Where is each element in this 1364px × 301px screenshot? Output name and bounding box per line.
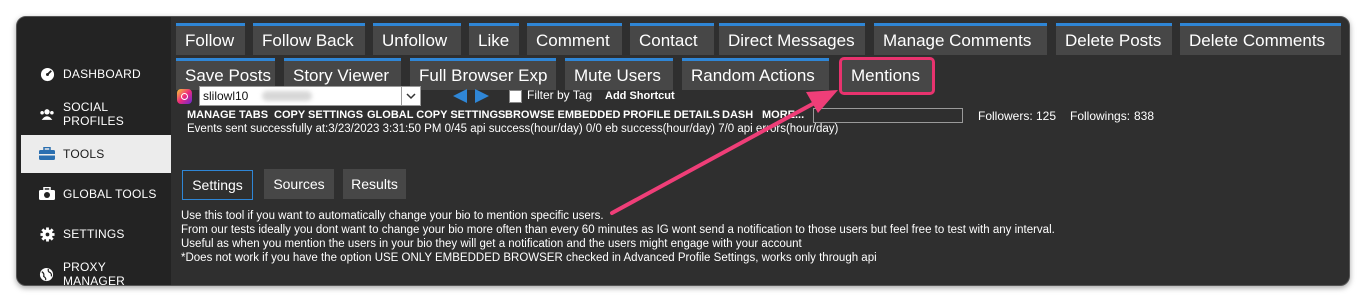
manage-tabs-link[interactable]: MANAGE TABS bbox=[187, 109, 268, 121]
tab-label: Direct Messages bbox=[728, 30, 855, 50]
tab-label: Full Browser Exp bbox=[419, 65, 548, 85]
followings-label: Followings: bbox=[1070, 109, 1131, 123]
browse-embedded-link[interactable]: BROWSE EMBEDDED bbox=[505, 109, 621, 121]
sidebar-item-tools[interactable]: TOOLS bbox=[21, 135, 171, 173]
global-copy-settings-link[interactable]: GLOBAL COPY SETTINGS bbox=[367, 109, 505, 121]
sidebar-item-label: TOOLS bbox=[63, 147, 105, 161]
profile-details-link[interactable]: PROFILE DETAILS bbox=[623, 109, 720, 121]
chevron-down-icon[interactable] bbox=[401, 87, 420, 105]
tab-label: Follow Back bbox=[262, 30, 354, 50]
sidebar-item-global-tools[interactable]: GLOBAL TOOLS bbox=[21, 175, 171, 213]
tab-label: Random Actions bbox=[691, 65, 815, 85]
tab-comment[interactable]: Comment bbox=[527, 23, 622, 55]
tab-label: Like bbox=[478, 30, 510, 50]
tab-label: Manage Comments bbox=[883, 30, 1032, 50]
redacted-text bbox=[262, 91, 313, 101]
tab-delete-comments[interactable]: Delete Comments bbox=[1180, 23, 1341, 55]
next-profile-arrow-icon[interactable] bbox=[473, 88, 491, 104]
sidebar-item-social-profiles[interactable]: SOCIAL PROFILES bbox=[21, 95, 171, 133]
sidebar-item-label: SOCIAL PROFILES bbox=[63, 100, 124, 128]
global-tools-icon bbox=[39, 186, 55, 202]
copy-settings-link[interactable]: COPY SETTINGS bbox=[274, 109, 363, 121]
tab-mentions[interactable]: Mentions bbox=[842, 60, 932, 92]
tab-label: Delete Comments bbox=[1189, 30, 1326, 50]
tab-mute-users[interactable]: Mute Users bbox=[565, 58, 673, 90]
dashboard-icon bbox=[39, 66, 55, 82]
sidebar: DASHBOARD SOCIAL PROFILES TOOLS GLOBAL T… bbox=[17, 17, 171, 285]
sidebar-item-label: PROXY MANAGER bbox=[62, 260, 126, 286]
sidebar-item-label: DASHBOARD bbox=[63, 67, 141, 81]
tab-label: Story Viewer bbox=[293, 65, 390, 85]
tab-follow[interactable]: Follow bbox=[176, 23, 245, 55]
sidebar-item-proxy-manager[interactable]: PROXY MANAGER bbox=[21, 255, 171, 286]
tab-full-browser-exp[interactable]: Full Browser Exp bbox=[410, 58, 556, 90]
tab-follow-back[interactable]: Follow Back bbox=[253, 23, 365, 55]
tab-label: Comment bbox=[536, 30, 610, 50]
description-line: Use this tool if you want to automatical… bbox=[181, 210, 604, 222]
globe-icon bbox=[39, 266, 55, 282]
sidebar-item-settings[interactable]: SETTINGS bbox=[21, 215, 171, 253]
tab-contact[interactable]: Contact bbox=[630, 23, 714, 55]
followings-value: 838 bbox=[1134, 109, 1155, 123]
description-line: *Does not work if you have the option US… bbox=[181, 252, 877, 264]
tab-label: Sources bbox=[273, 176, 325, 192]
search-input[interactable] bbox=[813, 108, 963, 123]
tab-unfollow[interactable]: Unfollow bbox=[373, 23, 461, 55]
tab-label: Contact bbox=[639, 30, 698, 50]
profile-select[interactable]: slilowl10 bbox=[199, 86, 421, 106]
description-line: From our tests ideally you dont want to … bbox=[181, 224, 1055, 236]
profile-username: slilowl10 bbox=[203, 89, 249, 103]
users-icon bbox=[39, 106, 55, 122]
tab-delete-posts[interactable]: Delete Posts bbox=[1056, 23, 1172, 55]
followers-label: Followers: bbox=[978, 109, 1033, 123]
tab-label: Mentions bbox=[851, 66, 920, 85]
tab-label: Save Posts bbox=[185, 65, 271, 85]
followers-value: 125 bbox=[1036, 109, 1057, 123]
status-line: Events sent successfully at:3/23/2023 3:… bbox=[187, 123, 839, 135]
tab-results[interactable]: Results bbox=[343, 169, 406, 199]
more-link[interactable]: MORE... bbox=[762, 109, 804, 121]
tab-label: Follow bbox=[185, 30, 235, 50]
tab-label: Unfollow bbox=[382, 30, 448, 50]
tab-settings[interactable]: Settings bbox=[182, 170, 253, 200]
filter-by-tag-checkbox[interactable] bbox=[509, 90, 522, 103]
dash-link[interactable]: DASH bbox=[722, 109, 753, 121]
tab-manage-comments[interactable]: Manage Comments bbox=[874, 23, 1047, 55]
add-shortcut-link[interactable]: Add Shortcut bbox=[605, 90, 675, 102]
sidebar-item-label: SETTINGS bbox=[63, 227, 125, 241]
tab-label: Delete Posts bbox=[1065, 30, 1162, 50]
tab-direct-messages[interactable]: Direct Messages bbox=[719, 23, 865, 55]
tab-label: Results bbox=[351, 176, 398, 192]
tab-label: Settings bbox=[192, 177, 243, 193]
sidebar-item-label: GLOBAL TOOLS bbox=[63, 187, 157, 201]
instagram-icon bbox=[177, 89, 192, 104]
tab-like[interactable]: Like bbox=[469, 23, 519, 55]
toolbox-icon bbox=[39, 146, 55, 162]
filter-by-tag-label: Filter by Tag bbox=[527, 88, 593, 102]
app-window: DASHBOARD SOCIAL PROFILES TOOLS GLOBAL T… bbox=[16, 16, 1350, 286]
tab-label: Mute Users bbox=[574, 65, 661, 85]
description-line: Useful as when you mention the users in … bbox=[181, 238, 802, 250]
previous-profile-arrow-icon[interactable] bbox=[451, 88, 469, 104]
sidebar-item-dashboard[interactable]: DASHBOARD bbox=[21, 55, 171, 93]
tab-random-actions[interactable]: Random Actions bbox=[682, 58, 829, 90]
tab-sources[interactable]: Sources bbox=[264, 169, 334, 199]
gear-icon bbox=[39, 226, 55, 242]
